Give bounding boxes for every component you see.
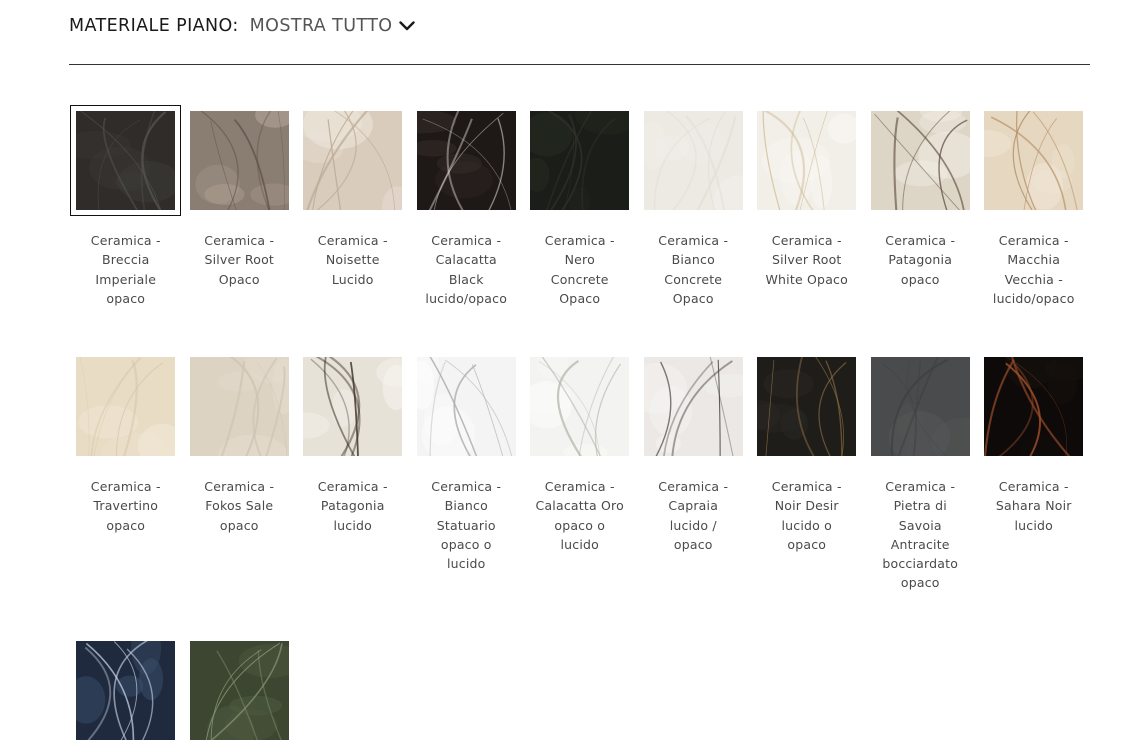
swatch-caption: Ceramica - Silver Root White Opaco <box>765 233 848 287</box>
swatch-caption: Ceramica - Noisette Lucido <box>317 233 388 287</box>
swatch-image <box>984 111 1084 210</box>
swatch-frame <box>524 351 635 462</box>
swatch-caption: Ceramica - Calacatta Oro opaco o lucido <box>535 479 624 552</box>
swatch-image <box>189 111 289 210</box>
swatch-caption: Ceramica - Sahara Noir lucido <box>995 479 1072 533</box>
material-swatch[interactable]: Ceramica - Sahara Noir lucido <box>977 351 1091 635</box>
swatch-image <box>76 111 176 210</box>
swatch-caption: Ceramica - Macchia Vecchia - lucido/opac… <box>992 233 1075 306</box>
swatch-frame <box>70 351 181 462</box>
swatch-frame <box>524 105 635 216</box>
chevron-down-icon <box>399 21 416 31</box>
material-swatch[interactable]: Ceramica - Breccia Imperiale opaco <box>69 105 183 351</box>
swatch-image <box>643 357 743 456</box>
material-swatch[interactable]: Ceramica - Noir Desir lucido o opaco <box>750 351 864 635</box>
swatch-image <box>870 111 970 210</box>
material-swatch[interactable]: Ceramica - Capraia lucido / opaco <box>637 351 751 635</box>
material-swatch[interactable]: Ceramica - Noisette Lucido <box>296 105 410 351</box>
material-swatch[interactable]: Ceramica - Silver Root White Opaco <box>750 105 864 351</box>
swatch-caption: Ceramica - Silver Root Opaco <box>204 233 275 287</box>
swatch-image <box>416 111 516 210</box>
swatch-caption: Ceramica - Noir Desir lucido o opaco <box>771 479 842 552</box>
filter-dropdown-value: MOSTRA TUTTO <box>249 16 393 36</box>
material-swatch[interactable]: Ceramica - Calacatta Black lucido/opaco <box>410 105 524 351</box>
swatch-image <box>76 641 176 740</box>
swatch-image <box>416 357 516 456</box>
filter-dropdown[interactable]: MOSTRA TUTTO <box>250 16 416 36</box>
material-swatch[interactable] <box>69 635 183 746</box>
filter-bar: MATERIALE PIANO: MOSTRA TUTTO <box>69 14 416 38</box>
swatch-frame <box>70 635 181 746</box>
swatch-image <box>984 357 1084 456</box>
swatch-frame <box>184 635 295 746</box>
material-swatch[interactable]: Ceramica - Bianco Concrete Opaco <box>637 105 751 351</box>
swatch-frame <box>184 351 295 462</box>
swatch-caption: Ceramica - Bianco Statuario opaco o luci… <box>431 479 502 572</box>
swatch-frame <box>411 105 522 216</box>
material-swatch[interactable]: Ceramica - Travertino opaco <box>69 351 183 635</box>
material-swatch[interactable]: Ceramica - Patagonia opaco <box>864 105 978 351</box>
swatch-caption: Ceramica - Capraia lucido / opaco <box>658 479 729 552</box>
swatch-frame <box>297 105 408 216</box>
swatch-caption: Ceramica - Calacatta Black lucido/opaco <box>425 233 508 306</box>
swatch-caption: Ceramica - Patagonia lucido <box>317 479 388 533</box>
swatch-image <box>870 357 970 456</box>
swatch-image <box>643 111 743 210</box>
swatch-image <box>757 111 857 210</box>
swatch-caption: Ceramica - Fokos Sale opaco <box>204 479 275 533</box>
swatch-caption: Ceramica - Pietra di Savoia Antracite bo… <box>882 479 959 591</box>
material-swatch[interactable]: Ceramica - Nero Concrete Opaco <box>523 105 637 351</box>
swatch-frame <box>638 105 749 216</box>
material-swatch[interactable]: Ceramica - Pietra di Savoia Antracite bo… <box>864 351 978 635</box>
material-swatch[interactable]: Ceramica - Calacatta Oro opaco o lucido <box>523 351 637 635</box>
swatch-frame <box>865 351 976 462</box>
swatch-caption: Ceramica - Patagonia opaco <box>885 233 956 287</box>
swatch-frame <box>411 351 522 462</box>
swatch-frame <box>978 105 1089 216</box>
swatch-frame <box>751 351 862 462</box>
material-swatch-grid: Ceramica - Breccia Imperiale opaco Cerami… <box>69 105 1091 746</box>
swatch-frame <box>978 351 1089 462</box>
swatch-frame <box>70 105 182 216</box>
swatch-caption: Ceramica - Nero Concrete Opaco <box>544 233 615 306</box>
swatch-image <box>303 357 403 456</box>
material-swatch[interactable]: Ceramica - Silver Root Opaco <box>183 105 297 351</box>
swatch-image <box>530 357 630 456</box>
material-swatch[interactable] <box>183 635 297 746</box>
material-swatch[interactable]: Ceramica - Macchia Vecchia - lucido/opac… <box>977 105 1091 351</box>
swatch-image <box>530 111 630 210</box>
divider <box>69 64 1090 65</box>
filter-label: MATERIALE PIANO: <box>69 16 239 36</box>
material-swatch[interactable]: Ceramica - Bianco Statuario opaco o luci… <box>410 351 524 635</box>
swatch-image <box>76 357 176 456</box>
swatch-frame <box>297 351 408 462</box>
material-swatch[interactable]: Ceramica - Fokos Sale opaco <box>183 351 297 635</box>
swatch-caption: Ceramica - Breccia Imperiale opaco <box>90 233 161 306</box>
swatch-image <box>189 641 289 740</box>
material-swatch[interactable]: Ceramica - Patagonia lucido <box>296 351 410 635</box>
swatch-frame <box>751 105 862 216</box>
swatch-caption: Ceramica - Travertino opaco <box>90 479 161 533</box>
swatch-image <box>757 357 857 456</box>
swatch-frame <box>638 351 749 462</box>
swatch-image <box>189 357 289 456</box>
swatch-frame <box>865 105 976 216</box>
swatch-caption: Ceramica - Bianco Concrete Opaco <box>658 233 729 306</box>
swatch-image <box>303 111 403 210</box>
swatch-frame <box>184 105 295 216</box>
